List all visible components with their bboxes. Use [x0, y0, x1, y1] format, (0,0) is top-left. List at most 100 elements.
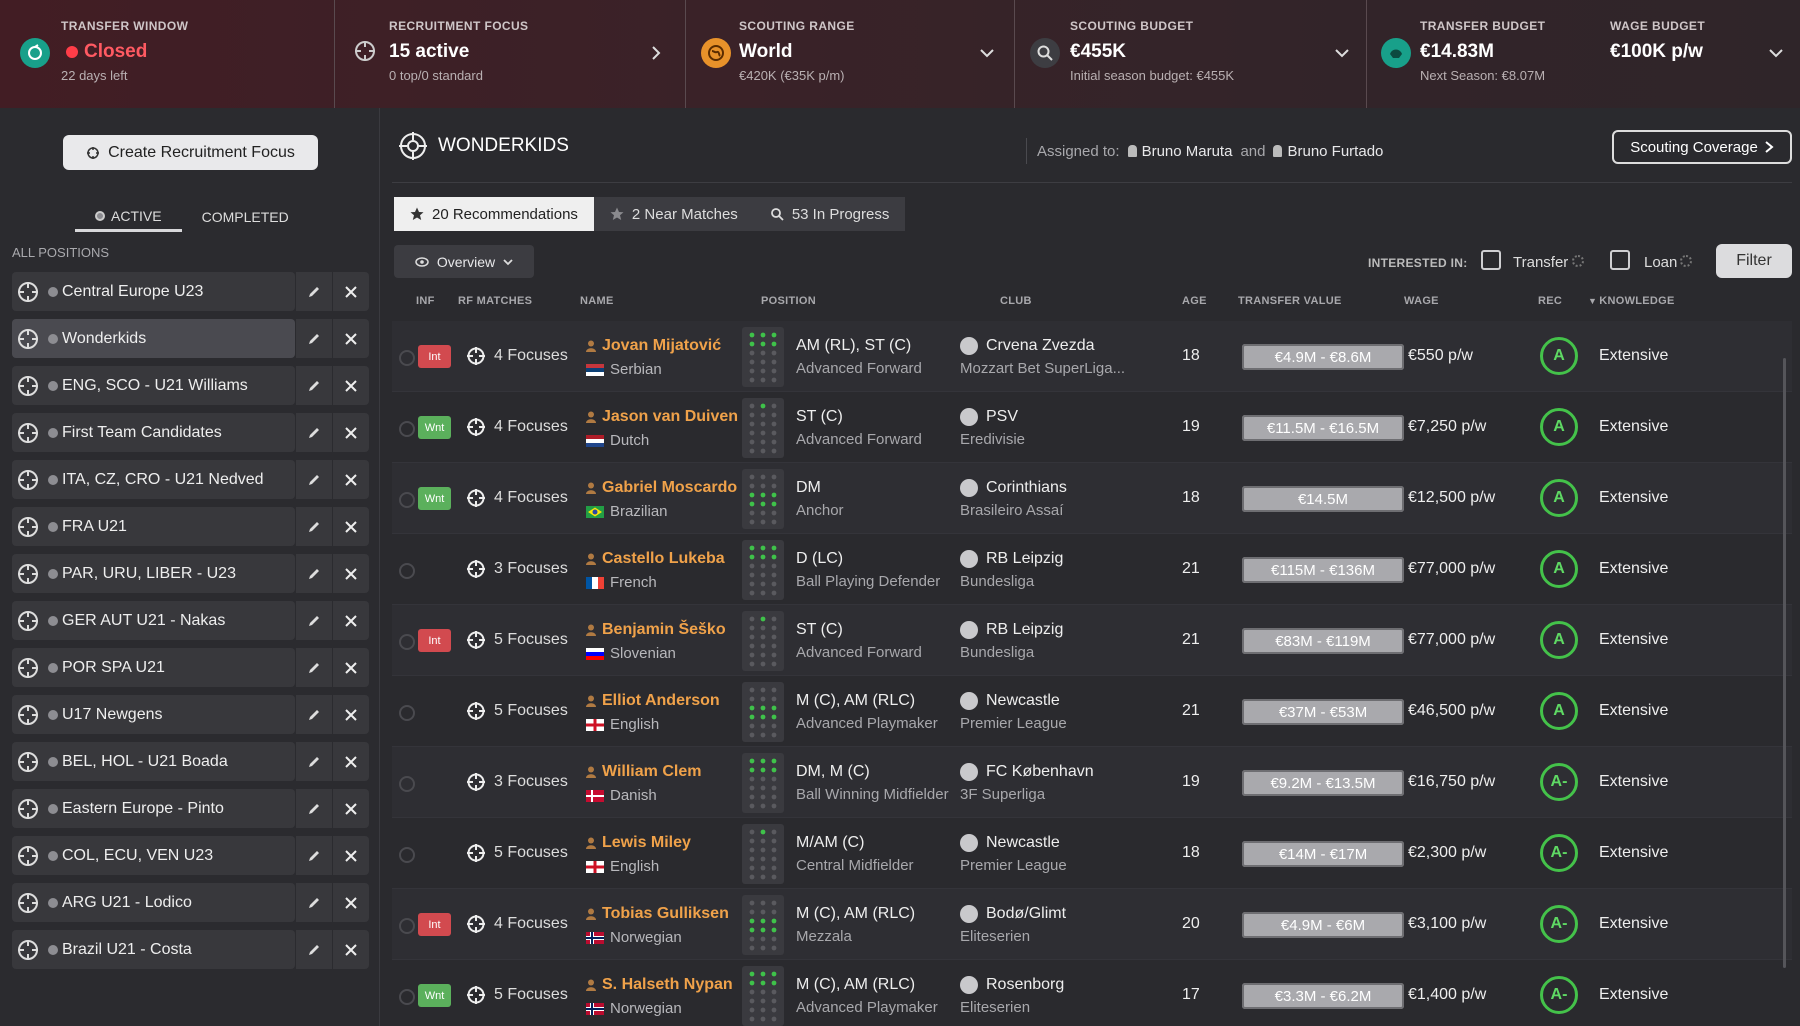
- info-icon[interactable]: [48, 380, 58, 391]
- player-name[interactable]: Castello Lukeba: [586, 550, 725, 568]
- edit-button[interactable]: [296, 554, 332, 593]
- col-header-inf[interactable]: INF: [416, 295, 435, 307]
- row-select-icon[interactable]: [399, 421, 415, 437]
- sidebar-item-main[interactable]: ITA, CZ, CRO - U21 Nedved: [12, 460, 295, 499]
- sidebar-item[interactable]: GER AUT U21 - Nakas: [12, 601, 370, 640]
- sidebar-item[interactable]: Central Europe U23: [12, 272, 370, 311]
- info-icon[interactable]: [48, 756, 58, 767]
- sidebar-item-main[interactable]: ARG U21 - Lodico: [12, 883, 295, 922]
- col-header-name[interactable]: NAME: [580, 295, 614, 307]
- edit-button[interactable]: [296, 413, 332, 452]
- table-row[interactable]: 5 Focuses Lewis Miley English M/AM (C) Centr…: [392, 818, 1792, 889]
- col-header-rec[interactable]: REC: [1538, 295, 1562, 307]
- table-row[interactable]: 5 Focuses Elliot Anderson English M (C), AM…: [392, 676, 1792, 747]
- sidebar-item[interactable]: BEL, HOL - U21 Boada: [12, 742, 370, 781]
- remove-button[interactable]: [333, 742, 369, 781]
- info-icon[interactable]: [48, 521, 58, 532]
- player-club[interactable]: FC København: [960, 763, 1094, 781]
- sidebar-item-main[interactable]: ENG, SCO - U21 Williams: [12, 366, 295, 405]
- row-select-icon[interactable]: [399, 563, 415, 579]
- edit-button[interactable]: [296, 695, 332, 734]
- table-row[interactable]: Wnt 4 Focuses Jason van Duiven Dutch ST (C) A…: [392, 392, 1792, 463]
- player-name[interactable]: Gabriel Moscardo: [586, 479, 737, 497]
- table-row[interactable]: Int 4 Focuses Tobias Gulliksen Norwegian M (…: [392, 889, 1792, 960]
- table-row[interactable]: 3 Focuses William Clem Danish DM, M (C) Ball…: [392, 747, 1792, 818]
- player-club[interactable]: Bodø/Glimt: [960, 905, 1066, 923]
- remove-button[interactable]: [333, 366, 369, 405]
- col-header-position[interactable]: POSITION: [761, 295, 816, 307]
- sidebar-item[interactable]: First Team Candidates: [12, 413, 370, 452]
- info-icon[interactable]: [48, 333, 58, 344]
- info-icon[interactable]: [48, 803, 58, 814]
- remove-button[interactable]: [333, 789, 369, 828]
- edit-button[interactable]: [296, 319, 332, 358]
- sidebar-item[interactable]: ARG U21 - Lodico: [12, 883, 370, 922]
- sidebar-item[interactable]: COL, ECU, VEN U23: [12, 836, 370, 875]
- row-select-icon[interactable]: [399, 918, 415, 934]
- rf-matches[interactable]: 4 Focuses: [466, 488, 568, 508]
- player-club[interactable]: Newcastle: [960, 692, 1060, 710]
- rf-matches[interactable]: 4 Focuses: [466, 346, 568, 366]
- scouting-range-panel[interactable]: SCOUTING RANGE World €420K (€35K p/m): [686, 0, 1015, 108]
- col-header-knowledge[interactable]: ▼ KNOWLEDGE: [1588, 295, 1675, 307]
- edit-button[interactable]: [296, 883, 332, 922]
- sidebar-item-main[interactable]: Brazil U21 - Costa: [12, 930, 295, 969]
- row-select-icon[interactable]: [399, 634, 415, 650]
- table-row[interactable]: Int 5 Focuses Benjamin Šeško Slovenian ST (C…: [392, 605, 1792, 676]
- sidebar-item-main[interactable]: FRA U21: [12, 507, 295, 546]
- chevron-down-icon[interactable]: [1333, 44, 1351, 62]
- budgets-panel[interactable]: TRANSFER BUDGET €14.83M Next Season: €8.…: [1367, 0, 1800, 108]
- edit-button[interactable]: [296, 742, 332, 781]
- edit-button[interactable]: [296, 789, 332, 828]
- sidebar-item[interactable]: Wonderkids: [12, 319, 370, 358]
- tab-completed[interactable]: COMPLETED: [182, 202, 309, 232]
- sidebar-item-main[interactable]: POR SPA U21: [12, 648, 295, 687]
- sidebar-item-main[interactable]: Eastern Europe - Pinto: [12, 789, 295, 828]
- player-club[interactable]: Newcastle: [960, 834, 1060, 852]
- player-club[interactable]: Crvena Zvezda: [960, 337, 1095, 355]
- player-name[interactable]: Tobias Gulliksen: [586, 905, 729, 923]
- player-name[interactable]: Elliot Anderson: [586, 692, 720, 710]
- edit-button[interactable]: [296, 648, 332, 687]
- player-name[interactable]: S. Halseth Nypan: [586, 976, 733, 994]
- sidebar-item-main[interactable]: BEL, HOL - U21 Boada: [12, 742, 295, 781]
- info-icon[interactable]: [48, 286, 58, 297]
- recruitment-focus-panel[interactable]: RECRUITMENT FOCUS 15 active 0 top/0 stan…: [335, 0, 686, 108]
- sidebar-item[interactable]: ENG, SCO - U21 Williams: [12, 366, 370, 405]
- row-select-icon[interactable]: [399, 492, 415, 508]
- gear-icon[interactable]: [1572, 255, 1584, 267]
- remove-button[interactable]: [333, 554, 369, 593]
- sidebar-item[interactable]: PAR, URU, LIBER - U23: [12, 554, 370, 593]
- row-select-icon[interactable]: [399, 350, 415, 366]
- remove-button[interactable]: [333, 836, 369, 875]
- player-name[interactable]: Jovan Mijatović: [586, 337, 721, 355]
- overview-dropdown[interactable]: Overview: [394, 245, 534, 278]
- row-select-icon[interactable]: [399, 847, 415, 863]
- filter-button[interactable]: Filter: [1716, 244, 1792, 278]
- info-icon[interactable]: [48, 897, 58, 908]
- edit-button[interactable]: [296, 460, 332, 499]
- remove-button[interactable]: [333, 460, 369, 499]
- player-club[interactable]: RB Leipzig: [960, 621, 1063, 639]
- chevron-down-icon[interactable]: [1767, 44, 1785, 62]
- player-name[interactable]: Lewis Miley: [586, 834, 691, 852]
- edit-button[interactable]: [296, 507, 332, 546]
- info-icon[interactable]: [48, 944, 58, 955]
- col-header-rf-matches[interactable]: RF MATCHES: [458, 295, 532, 307]
- edit-button[interactable]: [296, 601, 332, 640]
- rf-matches[interactable]: 3 Focuses: [466, 559, 568, 579]
- col-header-transfer-value[interactable]: TRANSFER VALUE: [1238, 295, 1342, 307]
- sidebar-item-main[interactable]: GER AUT U21 - Nakas: [12, 601, 295, 640]
- remove-button[interactable]: [333, 883, 369, 922]
- edit-button[interactable]: [296, 272, 332, 311]
- player-club[interactable]: PSV: [960, 408, 1018, 426]
- info-icon[interactable]: [48, 850, 58, 861]
- info-icon[interactable]: [48, 474, 58, 485]
- transfer-checkbox[interactable]: [1481, 250, 1501, 270]
- player-club[interactable]: RB Leipzig: [960, 550, 1063, 568]
- sidebar-item[interactable]: U17 Newgens: [12, 695, 370, 734]
- loan-checkbox[interactable]: [1610, 250, 1630, 270]
- sidebar-item[interactable]: FRA U21: [12, 507, 370, 546]
- chevron-down-icon[interactable]: [978, 44, 996, 62]
- sidebar-item[interactable]: ITA, CZ, CRO - U21 Nedved: [12, 460, 370, 499]
